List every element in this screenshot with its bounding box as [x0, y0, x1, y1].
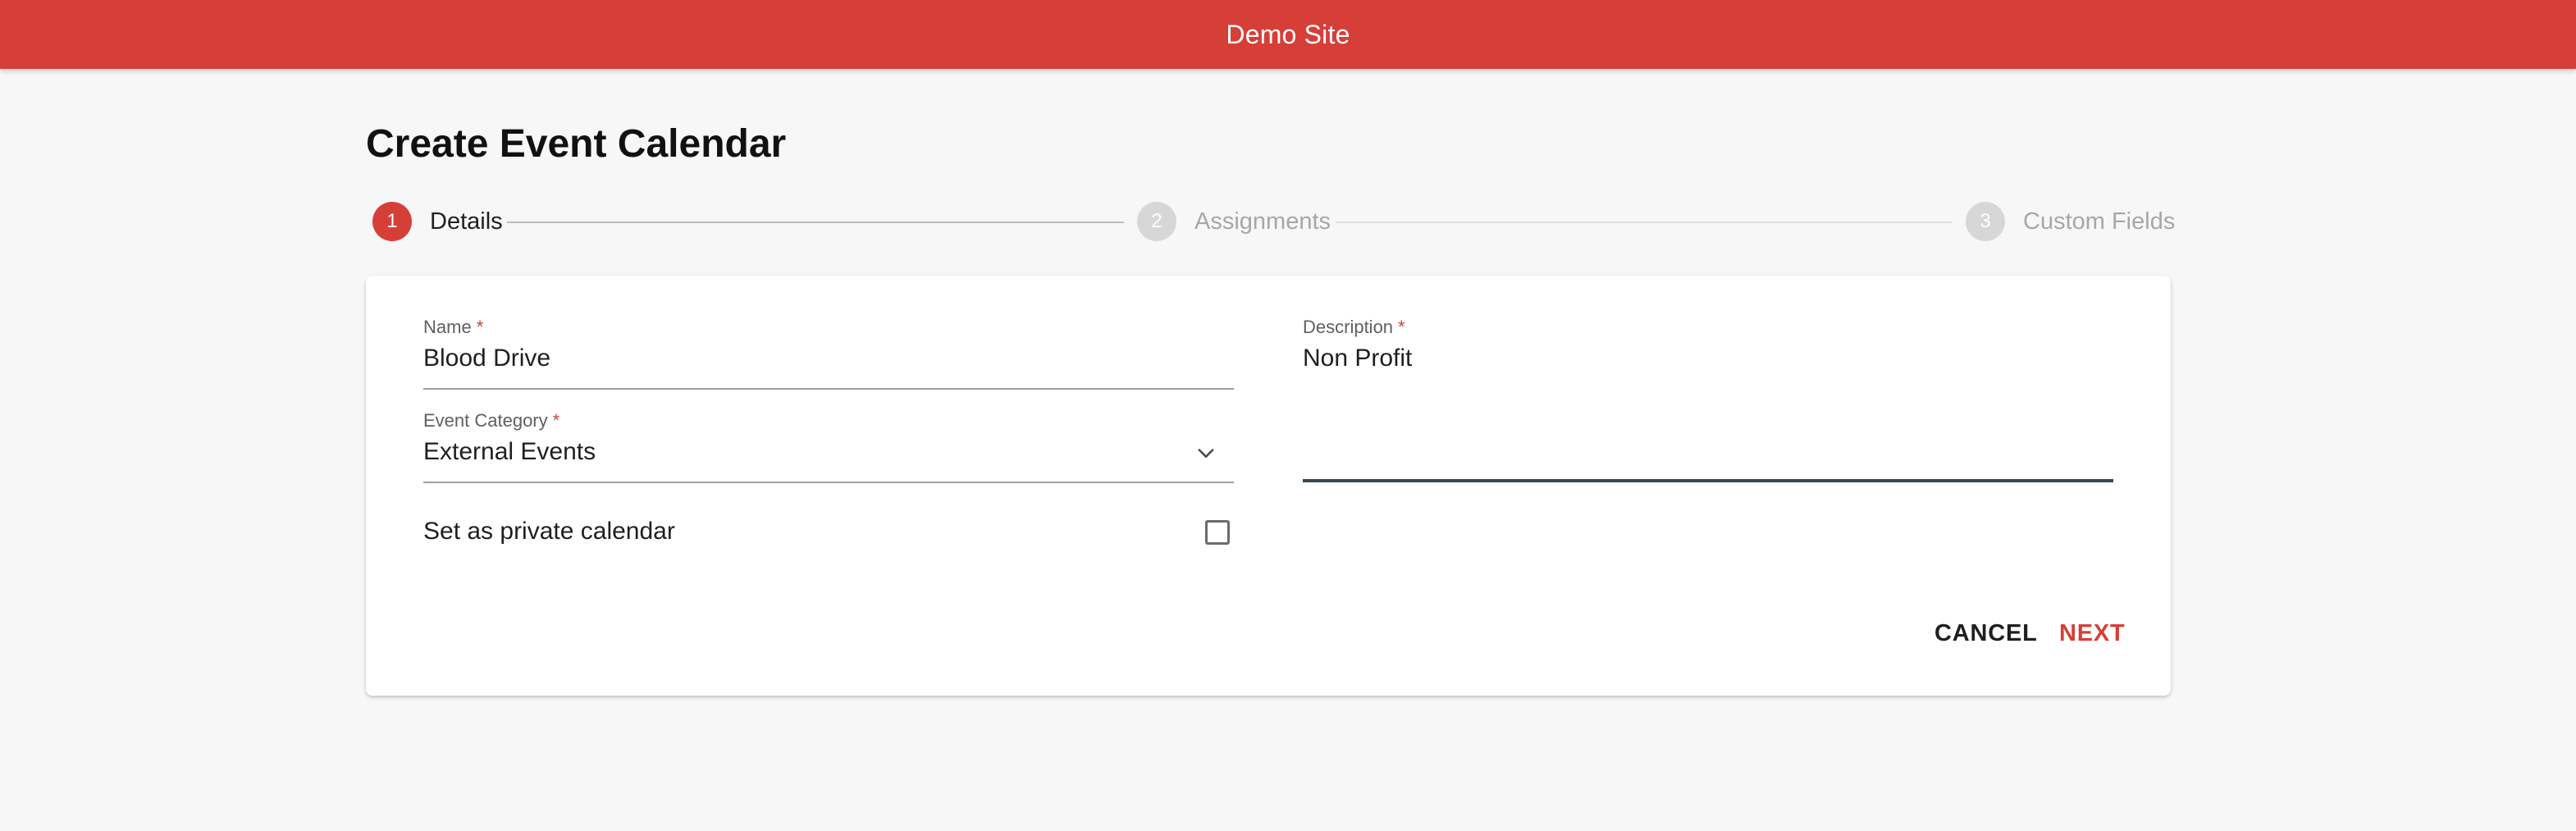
event-category-value: External Events: [423, 438, 596, 465]
step-details[interactable]: 1 Details: [372, 200, 503, 243]
step-label: Details: [430, 208, 503, 235]
chevron-down-icon[interactable]: [1194, 441, 1217, 464]
top-app-bar: Demo Site: [0, 0, 2576, 69]
step-connector: [1336, 221, 1953, 223]
stepper: 1 Details 2 Assignments 3 Custom Fields: [366, 200, 2175, 243]
event-category-underline: [423, 482, 1234, 483]
step-number-badge: 2: [1137, 202, 1176, 241]
step-label: Custom Fields: [2023, 208, 2176, 235]
step-custom-fields[interactable]: 3 Custom Fields: [1966, 200, 2175, 243]
name-label: Name *: [423, 317, 483, 338]
event-category-label: Event Category *: [423, 410, 560, 431]
required-asterisk: *: [552, 410, 560, 431]
step-assignments[interactable]: 2 Assignments: [1137, 200, 1331, 243]
event-category-label-text: Event Category: [423, 410, 548, 431]
description-label: Description *: [1303, 317, 1405, 338]
description-input-underline: [1303, 479, 2113, 482]
name-input-underline: [423, 388, 1234, 390]
required-asterisk: *: [1398, 317, 1405, 337]
step-connector: [507, 221, 1124, 223]
private-calendar-label: Set as private calendar: [423, 518, 675, 545]
description-label-text: Description: [1303, 317, 1394, 337]
name-input[interactable]: [423, 345, 1227, 372]
site-title: Demo Site: [1226, 19, 1350, 49]
description-textarea[interactable]: Non Profit: [1303, 345, 1412, 372]
cancel-button[interactable]: CANCEL: [1934, 620, 2038, 647]
name-label-text: Name: [423, 317, 472, 337]
page-title: Create Event Calendar: [366, 122, 787, 166]
step-label: Assignments: [1194, 208, 1331, 235]
form-card: Name* Description* Non Profit Event Cate…: [366, 276, 2171, 696]
next-button[interactable]: NEXT: [2059, 620, 2126, 647]
step-number-badge: 3: [1966, 202, 2005, 241]
required-asterisk: *: [476, 317, 484, 337]
private-calendar-checkbox[interactable]: [1205, 520, 1230, 545]
step-number-badge: 1: [372, 202, 412, 241]
